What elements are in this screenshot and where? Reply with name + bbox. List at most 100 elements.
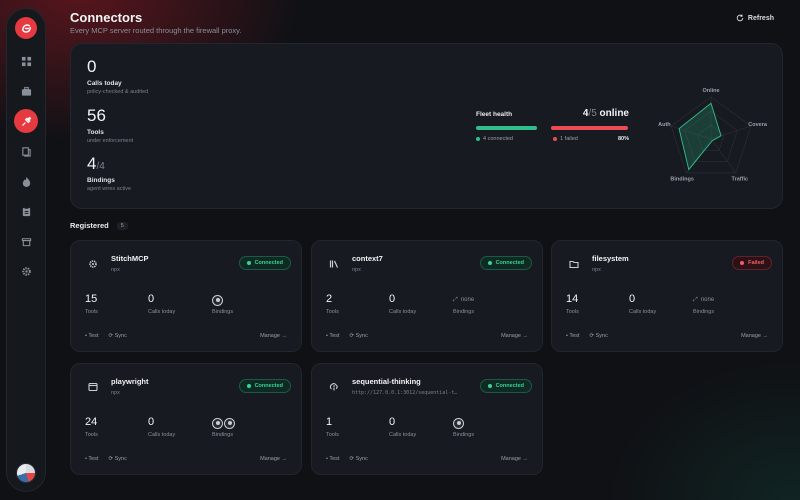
calls-value: 0 — [389, 293, 396, 305]
test-button[interactable]: • Test — [85, 333, 98, 339]
gear-icon — [21, 266, 31, 276]
calls-label: Calls today — [389, 309, 417, 315]
library-icon — [328, 258, 340, 270]
stat-calls-label: Calls today — [87, 80, 122, 87]
status-badge: Connected — [479, 256, 532, 270]
nav-workspace[interactable] — [14, 79, 38, 103]
nav-docs[interactable] — [14, 139, 38, 163]
metric-bindings: Bindings — [453, 416, 474, 438]
test-label: Test — [88, 333, 99, 339]
connector-card[interactable]: context7 npx Connected 2 Tools 0 Calls today ⤢ n… — [311, 240, 543, 352]
connector-name: StitchMCP — [111, 254, 149, 263]
fleet-failed-label: 1 failed — [560, 136, 578, 142]
manage-button[interactable]: Manage → — [260, 456, 287, 462]
bindings-none: ⤢ none — [453, 293, 474, 307]
nav-settings[interactable] — [14, 259, 38, 283]
fleet-percent: 80% — [617, 136, 629, 142]
connector-name: playwright — [111, 377, 149, 386]
nav-marketplace[interactable] — [14, 229, 38, 253]
fleet-title: Fleet health — [476, 111, 513, 118]
agent-binding-icon[interactable] — [224, 417, 235, 429]
manage-label: Manage — [501, 333, 521, 339]
sync-icon: ⟳ — [108, 333, 114, 339]
tools-label: Tools — [326, 309, 339, 315]
arrow-right-icon: → — [762, 333, 769, 339]
fleet-online-word: online — [599, 108, 629, 119]
tools-value: 1 — [326, 416, 333, 428]
radar-axis-label: Traffic — [732, 177, 749, 183]
calls-value: 0 — [148, 416, 155, 428]
sync-label: Sync — [114, 456, 127, 462]
radar-axis-label: Online — [702, 88, 719, 94]
connector-command: http://127.0.0.1:3012/sequential-t… — [352, 390, 458, 396]
binding-icons — [453, 416, 474, 430]
bindings-none-label: none — [700, 297, 715, 303]
test-label: Test — [329, 456, 340, 462]
manage-button[interactable]: Manage → — [501, 456, 528, 462]
agent-binding-icon[interactable] — [453, 417, 464, 429]
manage-label: Manage — [260, 456, 280, 462]
bindings-label: Bindings — [453, 432, 475, 438]
sync-icon: ⟳ — [349, 456, 355, 462]
sync-button[interactable]: ⟳ Sync — [349, 456, 367, 462]
metric-bindings: ⤢ none Bindings — [693, 293, 715, 316]
test-button[interactable]: • Test — [85, 456, 98, 462]
logo[interactable] — [15, 17, 37, 39]
briefcase-icon — [21, 86, 31, 96]
agent-binding-icon[interactable] — [212, 294, 223, 306]
sync-button[interactable]: ⟳ Sync — [108, 456, 126, 462]
fleet-connected-bar — [476, 126, 537, 130]
stat-bindings-value: 4/4 — [87, 154, 131, 174]
folder-icon — [568, 258, 580, 270]
tools-label: Tools — [85, 432, 98, 438]
metric-calls: 0 Calls today — [389, 416, 416, 438]
sync-button[interactable]: ⟳ Sync — [108, 333, 126, 339]
test-button[interactable]: • Test — [326, 456, 339, 462]
nav-audit[interactable] — [14, 199, 38, 223]
nav-connectors[interactable] — [14, 109, 38, 133]
manage-button[interactable]: Manage → — [501, 333, 528, 339]
sync-button[interactable]: ⟳ Sync — [349, 333, 367, 339]
connector-card[interactable]: playwright npx Connected 24 Tools 0 Calls toda… — [70, 363, 302, 475]
status-label: Connected — [254, 260, 283, 266]
calls-value: 0 — [148, 293, 155, 305]
test-label: Test — [569, 333, 580, 339]
manage-label: Manage — [741, 333, 761, 339]
avatar[interactable] — [16, 463, 36, 483]
nav-firewall[interactable] — [14, 169, 38, 193]
binding-icons — [212, 293, 233, 307]
refresh-button[interactable]: Refresh — [736, 14, 774, 22]
stat-tools-label: Tools — [87, 129, 104, 136]
status-badge: Connected — [479, 379, 532, 393]
test-button[interactable]: • Test — [566, 333, 579, 339]
plug-icon — [21, 116, 31, 126]
tools-label: Tools — [85, 309, 98, 315]
connector-card[interactable]: filesystem npx Failed 14 Tools 0 Calls today ⤢ n… — [551, 240, 783, 352]
stat-calls-value: 0 — [87, 57, 97, 76]
stat-calls-sub: policy-checked & audited — [87, 89, 149, 95]
bindings-label: Bindings — [212, 432, 234, 438]
stat-bindings-total: /4 — [96, 161, 105, 172]
connector-name: sequential-thinking — [352, 377, 421, 386]
manage-button[interactable]: Manage → — [741, 333, 768, 339]
manage-button[interactable]: Manage → — [260, 333, 287, 339]
refresh-icon — [736, 14, 744, 22]
connector-card[interactable]: sequential-thinking http://127.0.0.1:3012… — [311, 363, 543, 475]
agent-binding-icon[interactable] — [212, 417, 223, 429]
card-footer: • Test ⟳ Sync Manage → — [85, 456, 287, 462]
sync-label: Sync — [355, 456, 368, 462]
sync-button[interactable]: ⟳ Sync — [589, 333, 607, 339]
stat-tools-value: 56 — [87, 106, 106, 125]
link-icon: ⤢ — [693, 296, 698, 303]
connector-command: npx — [592, 267, 601, 273]
card-footer: • Test ⟳ Sync Manage → — [326, 456, 528, 462]
radar-axis-label: Bindings — [670, 177, 694, 183]
connector-command: npx — [352, 267, 361, 273]
test-button[interactable]: • Test — [326, 333, 339, 339]
card-footer: • Test ⟳ Sync Manage → — [566, 333, 768, 339]
status-label: Connected — [495, 260, 524, 266]
metric-tools: 2 Tools — [326, 293, 339, 315]
nav-dashboard[interactable] — [14, 49, 38, 73]
overview-panel: 0 Calls today policy-checked & audited 5… — [70, 43, 783, 209]
connector-card[interactable]: StitchMCP npx Connected 15 Tools 0 Calls today… — [70, 240, 302, 352]
